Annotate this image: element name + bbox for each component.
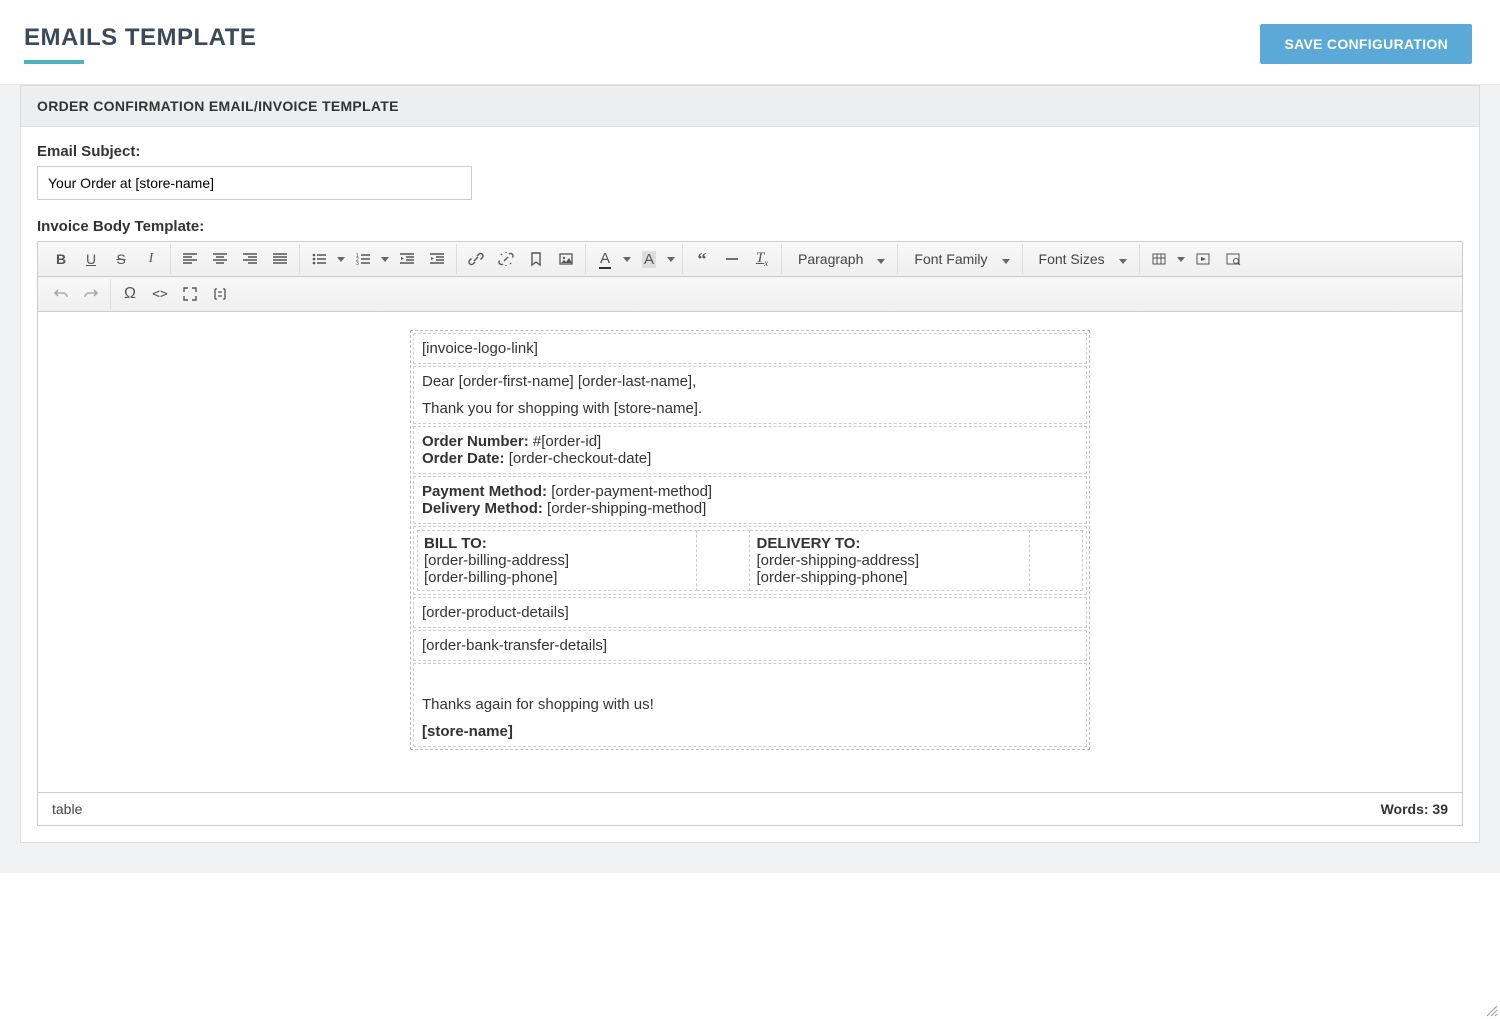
bank-cell[interactable]: [order-bank-transfer-details] — [413, 630, 1087, 661]
align-center-button[interactable] — [205, 244, 235, 274]
numbered-list-dropdown[interactable] — [378, 244, 392, 274]
editor-toolbar: B U S I — [38, 242, 1462, 277]
link-button[interactable] — [461, 244, 491, 274]
title-underline — [24, 60, 84, 64]
image-button[interactable] — [551, 244, 581, 274]
align-right-button[interactable] — [235, 244, 265, 274]
show-blocks-button[interactable] — [205, 279, 235, 309]
bullet-list-button[interactable] — [304, 244, 334, 274]
background-color-dropdown[interactable] — [664, 244, 678, 274]
products-cell[interactable]: [order-product-details] — [413, 597, 1087, 628]
editor-content-area[interactable]: [invoice-logo-link] Dear [order-first-na… — [38, 312, 1462, 792]
rich-text-editor: B U S I — [37, 241, 1463, 826]
svg-text:3: 3 — [356, 261, 359, 267]
italic-button[interactable]: I — [136, 244, 166, 274]
source-code-button[interactable]: <> — [145, 279, 175, 309]
element-path[interactable]: table — [52, 801, 82, 817]
outdent-button[interactable] — [392, 244, 422, 274]
preview-button[interactable] — [1218, 244, 1248, 274]
font-family-select[interactable]: Font Family — [902, 244, 1017, 274]
anchor-button[interactable] — [521, 244, 551, 274]
methods-cell[interactable]: Payment Method: [order-payment-method] D… — [413, 476, 1087, 524]
strikethrough-button[interactable]: S — [106, 244, 136, 274]
text-color-dropdown[interactable] — [620, 244, 634, 274]
indent-button[interactable] — [422, 244, 452, 274]
resize-handle-icon[interactable] — [1486, 1005, 1498, 1017]
font-sizes-select[interactable]: Font Sizes — [1027, 244, 1135, 274]
clear-formatting-button[interactable]: Tx — [747, 244, 777, 274]
table-dropdown[interactable] — [1174, 244, 1188, 274]
background-color-button[interactable]: A — [634, 244, 664, 274]
special-character-button[interactable]: Ω — [115, 279, 145, 309]
horizontal-rule-button[interactable] — [717, 244, 747, 274]
redo-button[interactable] — [76, 279, 106, 309]
invoice-body-label: Invoice Body Template: — [37, 218, 1463, 235]
text-color-button[interactable]: A — [590, 244, 620, 274]
blockquote-button[interactable]: “ — [687, 244, 717, 274]
addresses-cell[interactable]: BILL TO: [order-billing-address] [order-… — [413, 526, 1087, 595]
section-header: ORDER CONFIRMATION EMAIL/INVOICE TEMPLAT… — [21, 86, 1479, 127]
media-button[interactable] — [1188, 244, 1218, 274]
save-configuration-button[interactable]: SAVE CONFIGURATION — [1260, 24, 1472, 64]
page-title: EMAILS TEMPLATE — [24, 24, 256, 52]
logo-cell[interactable]: [invoice-logo-link] — [413, 333, 1087, 364]
word-count: Words: 39 — [1381, 801, 1448, 817]
closing-cell[interactable]: Thanks again for shopping with us! [stor… — [413, 663, 1087, 747]
template-table: [invoice-logo-link] Dear [order-first-na… — [410, 330, 1090, 750]
greeting-cell[interactable]: Dear [order-first-name] [order-last-name… — [413, 366, 1087, 424]
email-subject-label: Email Subject: — [37, 143, 1463, 160]
editor-status-bar: table Words: 39 — [38, 792, 1462, 825]
unlink-button[interactable] — [491, 244, 521, 274]
underline-button[interactable]: U — [76, 244, 106, 274]
fullscreen-button[interactable] — [175, 279, 205, 309]
align-justify-button[interactable] — [265, 244, 295, 274]
undo-button[interactable] — [46, 279, 76, 309]
numbered-list-button[interactable]: 123 — [348, 244, 378, 274]
email-subject-input[interactable] — [37, 166, 472, 200]
bold-button[interactable]: B — [46, 244, 76, 274]
bullet-list-dropdown[interactable] — [334, 244, 348, 274]
paragraph-format-select[interactable]: Paragraph — [786, 244, 893, 274]
table-button[interactable] — [1144, 244, 1174, 274]
order-info-cell[interactable]: Order Number: #[order-id] Order Date: [o… — [413, 426, 1087, 474]
align-left-button[interactable] — [175, 244, 205, 274]
